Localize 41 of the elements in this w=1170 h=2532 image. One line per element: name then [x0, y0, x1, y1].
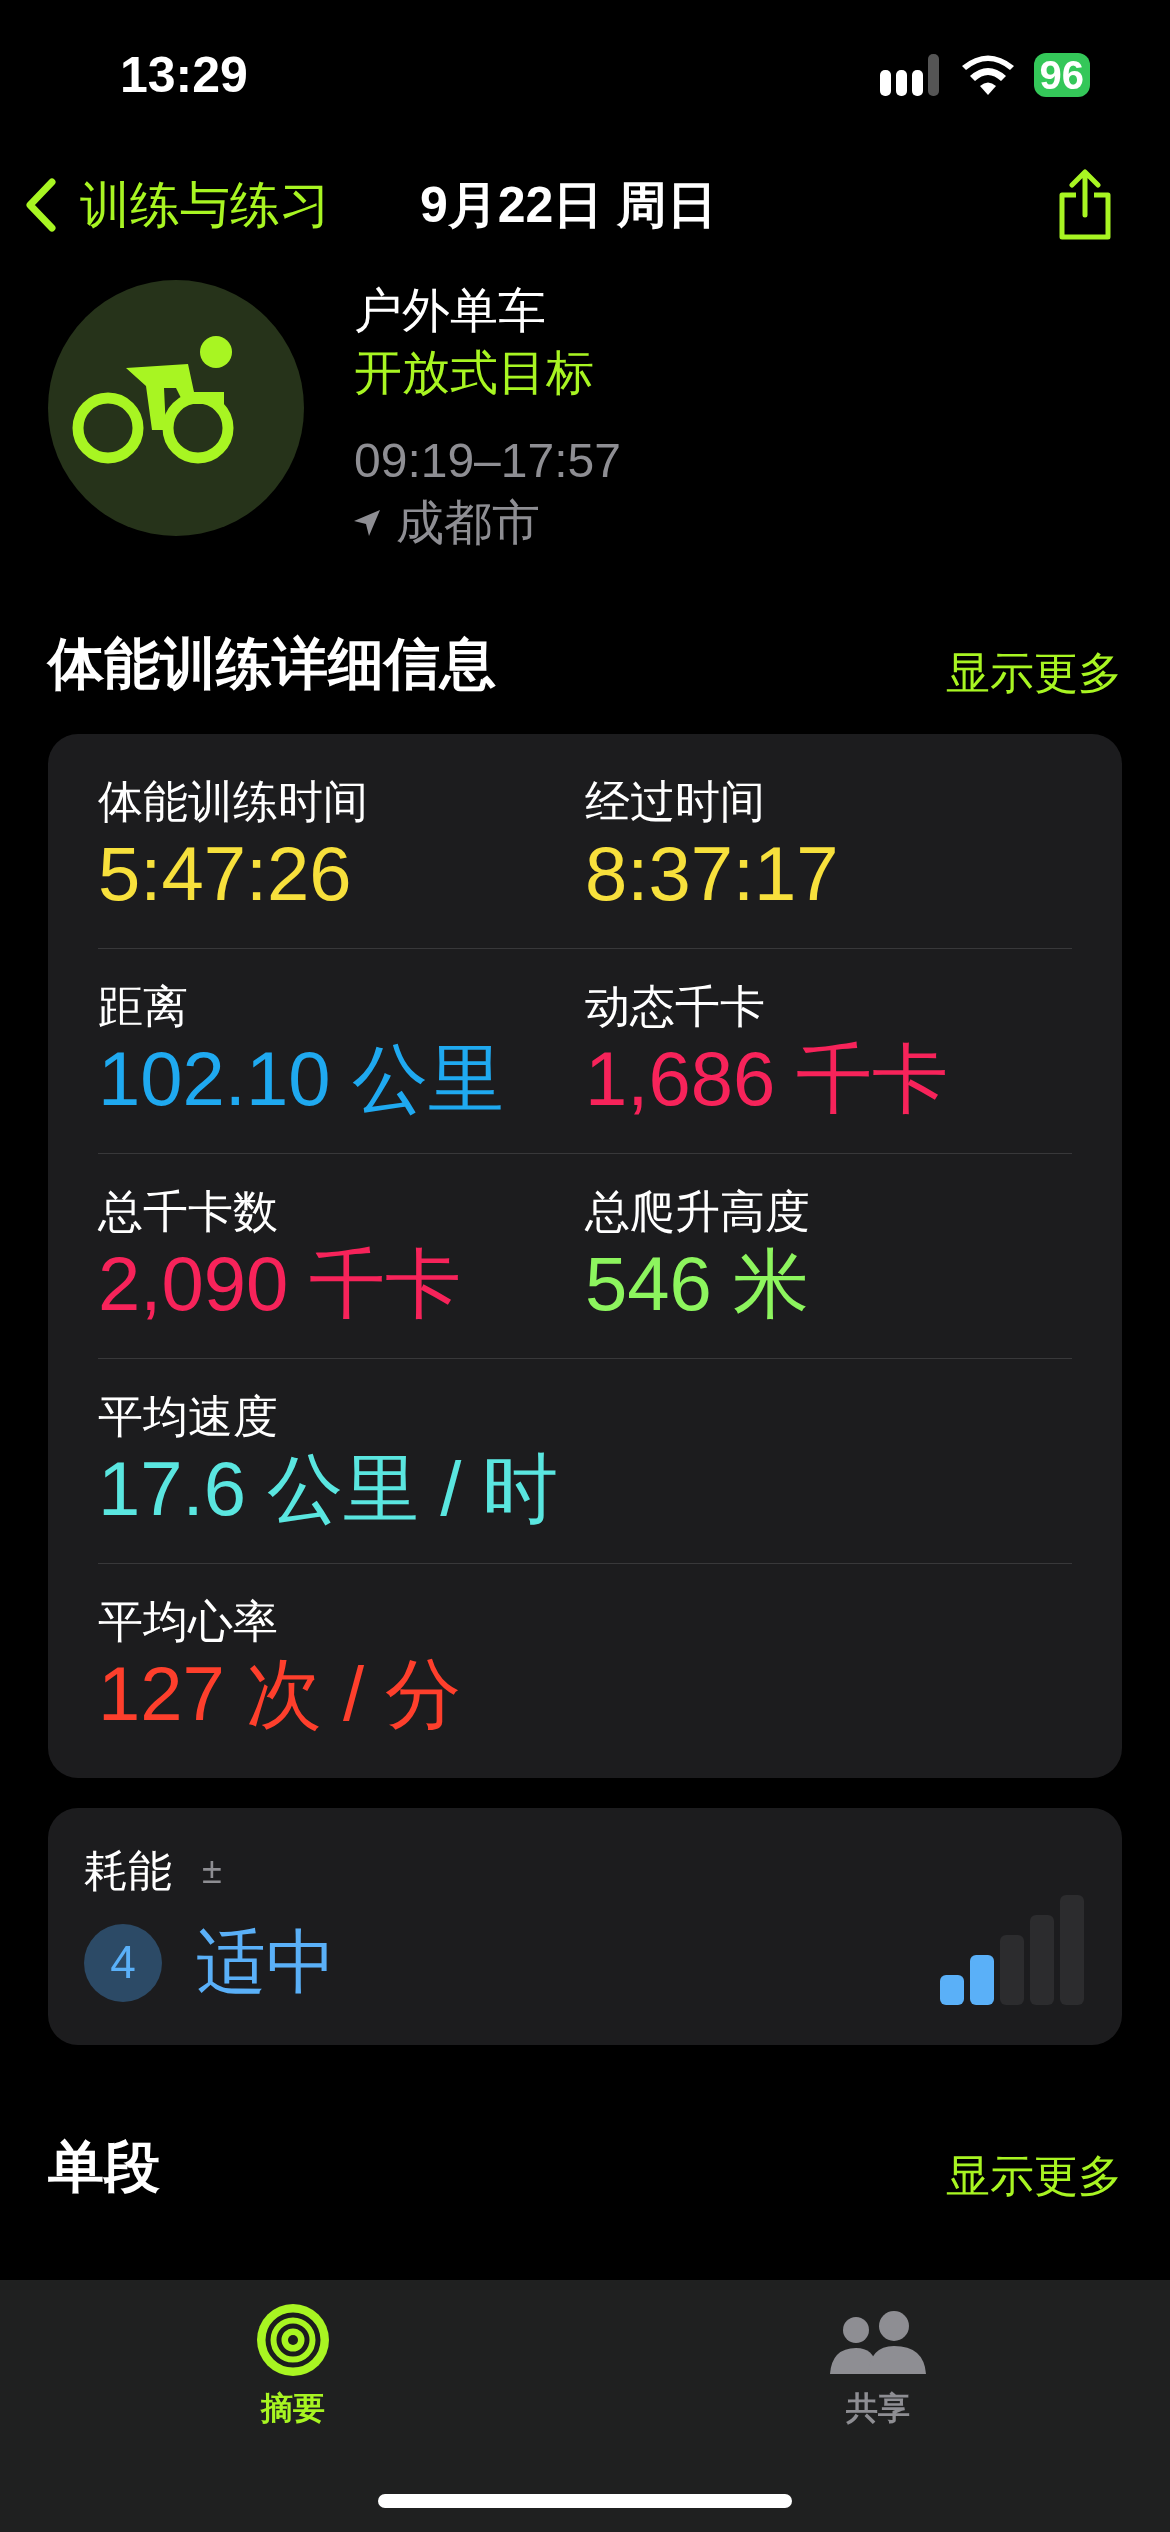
adjust-button[interactable]: ± [202, 1844, 222, 1898]
metric-label: 平均心率 [98, 1595, 279, 1649]
workout-goal: 开放式目标 [354, 345, 595, 401]
effort-score: 4 [84, 1923, 162, 2002]
status-time: 13:29 [120, 45, 248, 105]
battery-indicator: 96 [1033, 53, 1090, 97]
effort-rating: 适中 [196, 1922, 336, 2003]
metric-label: 平均速度 [98, 1390, 279, 1444]
metric-value: 2,090 千卡 [98, 1240, 463, 1328]
metric-value: 5:47:26 [98, 830, 353, 918]
tab-item[interactable]: 摘要 [192, 2302, 393, 2432]
metric-label: 经过时间 [585, 775, 766, 829]
people-icon [829, 2310, 926, 2376]
metric-label: 体能训练时间 [98, 775, 369, 829]
activity-rings-icon [256, 2304, 329, 2376]
workout-type: 户外单车 [354, 283, 547, 339]
effort-label: 耗能 [84, 1845, 172, 1897]
metric-value: 8:37:17 [585, 830, 840, 918]
show-more-link[interactable]: 显示更多 [946, 2143, 1122, 2209]
workout-time-range: 09:19–17:57 [354, 433, 621, 489]
back-chevron-icon [26, 178, 56, 232]
cellular-signal-icon [879, 54, 942, 96]
tab-item[interactable]: 共享 [777, 2302, 978, 2432]
workout-location: 成都市 [396, 495, 540, 551]
metric-label: 总爬升高度 [585, 1185, 811, 1239]
cyclist-icon [48, 280, 304, 536]
metric-label: 距离 [98, 980, 189, 1034]
show-more-link[interactable]: 显示更多 [946, 640, 1122, 706]
location-arrow-icon [354, 510, 380, 536]
metric-value: 546 米 [585, 1240, 810, 1328]
back-button[interactable]: 训练与练习 [26, 167, 330, 243]
wifi-icon [961, 55, 1014, 95]
section-title: 体能训练详细信息 [48, 631, 496, 697]
metric-value: 127 次 / 分 [98, 1650, 463, 1738]
metric-value: 17.6 公里 / 时 [98, 1445, 560, 1533]
section-title: 单段 [48, 2134, 160, 2200]
metric-label: 动态千卡 [585, 980, 766, 1034]
metric-value: 102.10 公里 [98, 1035, 505, 1123]
metric-value: 1,686 千卡 [585, 1035, 950, 1123]
metric-label: 总千卡数 [98, 1185, 279, 1239]
nav-title: 9月22日 周日 [420, 175, 718, 235]
